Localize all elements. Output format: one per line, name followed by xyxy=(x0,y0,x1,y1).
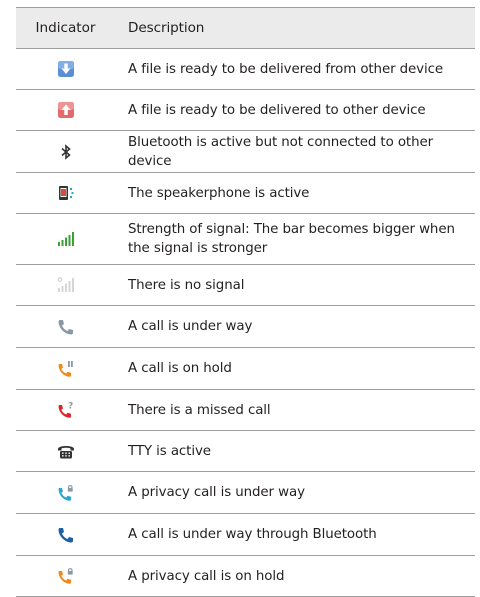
svg-text:?: ? xyxy=(68,402,73,412)
row-description: A privacy call is on hold xyxy=(128,568,285,584)
table-row: There is no signal xyxy=(16,265,475,306)
tty-icon xyxy=(57,446,74,459)
row-description: There is no signal xyxy=(128,277,245,293)
table-row: The speakerphone is active xyxy=(16,173,475,214)
table-row: A call is on hold xyxy=(16,348,475,390)
row-description: A file is ready to be delivered to other… xyxy=(128,102,426,118)
indicator-column-header: Indicator xyxy=(35,20,96,36)
table-row: A file is ready to be delivered from oth… xyxy=(16,49,475,90)
table-header: Indicator Description xyxy=(16,7,475,49)
table-row: A privacy call is on hold xyxy=(16,556,475,597)
bluetooth-icon xyxy=(60,143,71,160)
description-column-header: Description xyxy=(128,19,205,36)
row-description: TTY is active xyxy=(128,443,211,459)
speakerphone-icon xyxy=(58,186,73,200)
bluetooth-call-icon xyxy=(58,527,73,542)
row-description: A call is under way xyxy=(128,319,253,334)
row-description: There is a missed call xyxy=(128,402,271,418)
call-active-icon xyxy=(58,319,73,334)
upload-arrow-icon xyxy=(57,102,74,118)
table-row: A privacy call is under way xyxy=(16,472,475,514)
table-row: A file is ready to be delivered to other… xyxy=(16,90,475,131)
row-description: A file is ready to be delivered from oth… xyxy=(128,61,444,77)
download-arrow-icon xyxy=(57,61,74,77)
indicator-table: Indicator Description A file is ready to… xyxy=(16,7,475,597)
no-signal-icon xyxy=(57,277,74,292)
row-description: A privacy call is under way xyxy=(128,485,305,500)
privacy-call-icon xyxy=(58,484,73,501)
call-hold-icon xyxy=(58,360,73,377)
table-row: TTY is active xyxy=(16,431,475,472)
row-description: Bluetooth is active but not connected to… xyxy=(128,134,433,169)
row-description: Strength of signal: The bar becomes bigg… xyxy=(128,222,455,256)
missed-call-icon: ? xyxy=(58,402,73,418)
signal-strength-icon xyxy=(57,232,74,246)
table-row: Strength of signal: The bar becomes bigg… xyxy=(16,214,475,265)
privacy-call-hold-icon xyxy=(58,568,73,584)
table-row: A call is under way xyxy=(16,306,475,348)
table-row: ? There is a missed call xyxy=(16,390,475,431)
table-row: A call is under way through Bluetooth xyxy=(16,514,475,556)
table-row: Bluetooth is active but not connected to… xyxy=(16,131,475,173)
row-description: The speakerphone is active xyxy=(128,185,310,201)
row-description: A call is under way through Bluetooth xyxy=(128,527,377,542)
row-description: A call is on hold xyxy=(128,361,232,376)
